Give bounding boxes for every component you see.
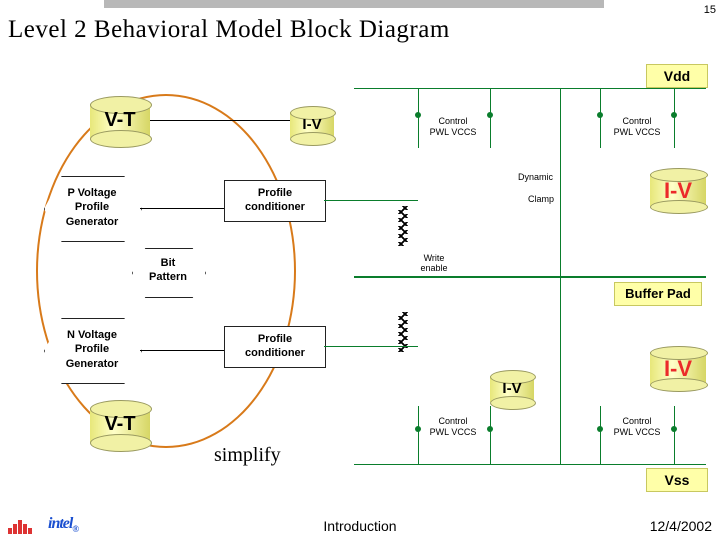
wire [560,88,561,276]
node-dot [671,112,677,118]
vt-bot-label: V-T [90,413,150,436]
iv-mid-label: I-V [490,380,534,397]
wire [674,406,675,464]
pwl-label: PWL VCCS [604,427,670,438]
iv-right-top-label: I-V [650,178,706,204]
node-dot [671,426,677,432]
footer-date: 12/4/2002 [650,518,712,534]
pc-top-label: Profileconditioner [225,186,325,215]
diagram-stage: Vdd Vss Buffer Pad V-T V-T I-V P Voltage… [0,60,720,510]
clamp-label: Clamp [528,194,554,204]
buffer-pad: Buffer Pad [614,282,702,306]
mid-bus [354,276,706,278]
node-dot [487,112,493,118]
pwl-label: PWL VCCS [420,427,486,438]
ctrl-top-right: Control PWL VCCS [604,116,670,138]
n-voltage-label: N VoltageProfileGenerator [50,328,134,371]
wire [560,276,561,464]
iv-right-bot: I-V [650,346,706,394]
wire [140,208,224,209]
ctrl-label: Control [604,416,670,427]
node-dot [597,112,603,118]
wire [418,88,419,148]
top-bar [104,0,604,8]
simplify-label: simplify [214,444,281,467]
node-dot [597,426,603,432]
vss-line [354,464,706,465]
vt-top-label: V-T [90,109,150,132]
vt-top-cylinder: V-T [90,96,150,146]
wire [324,200,418,201]
wire [490,406,491,464]
vdd-rail: Vdd [646,64,708,88]
resistor-icon [394,206,412,246]
write-enable-label: Writeenable [414,254,454,274]
iv-right-top: I-V [650,168,706,216]
ctrl-label: Control [420,416,486,427]
ctrl-label: Control [420,116,486,127]
wire [324,346,418,347]
p-voltage-label: P VoltageProfileGenerator [50,186,134,229]
ctrl-bot-right: Control PWL VCCS [604,416,670,438]
iv-mid-cylinder: I-V [490,370,534,410]
bit-pattern-label: BitPattern [138,256,198,285]
footer-section: Introduction [0,518,720,534]
p-voltage-hex: P VoltageProfileGenerator [44,176,140,240]
ctrl-top-left: Control PWL VCCS [420,116,486,138]
n-voltage-hex: N VoltageProfileGenerator [44,318,140,382]
vt-bot-cylinder: V-T [90,400,150,450]
node-dot [487,426,493,432]
ctrl-bot-left: Control PWL VCCS [420,416,486,438]
vss-rail: Vss [646,468,708,492]
bit-pattern-hex: BitPattern [132,248,204,296]
vdd-line [354,88,706,89]
iv-top-label: I-V [290,116,334,133]
wire [490,88,491,148]
dynamic-label: Dynamic [518,172,553,182]
wire [418,406,419,464]
page-title: Level 2 Behavioral Model Block Diagram [8,16,450,44]
profile-conditioner-top: Profileconditioner [224,180,326,222]
wire [150,120,290,121]
wire [674,88,675,148]
wire [600,88,601,148]
node-dot [415,426,421,432]
iv-top-cylinder: I-V [290,106,334,146]
pc-bot-label: Profileconditioner [225,332,325,361]
ctrl-label: Control [604,116,670,127]
wire [600,406,601,464]
node-dot [415,112,421,118]
iv-right-bot-label: I-V [650,356,706,382]
page-number: 15 [704,4,716,16]
profile-conditioner-bot: Profileconditioner [224,326,326,368]
pwl-label: PWL VCCS [604,127,670,138]
pwl-label: PWL VCCS [420,127,486,138]
wire [140,350,224,351]
